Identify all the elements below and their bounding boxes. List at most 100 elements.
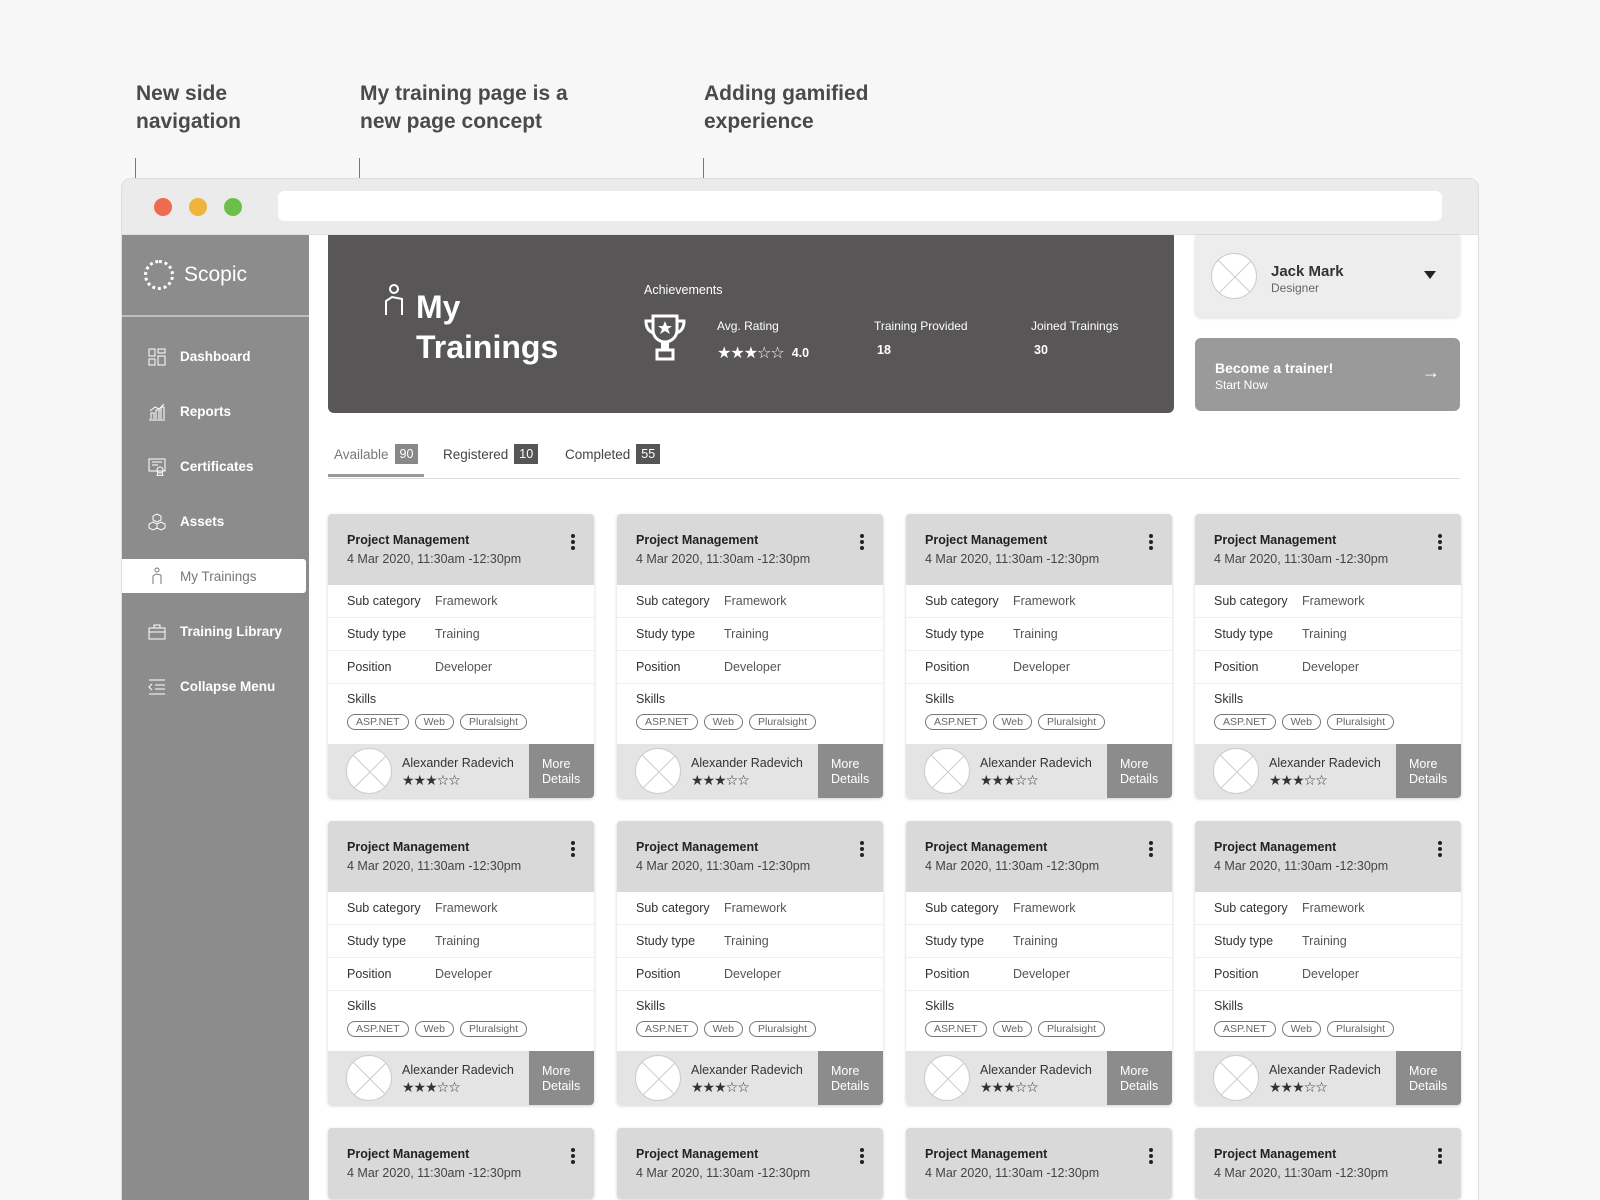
minimize-window-button[interactable]: [189, 198, 207, 216]
skill-chip[interactable]: ASP.NET: [636, 1021, 698, 1037]
training-card[interactable]: Project Management 4 Mar 2020, 11:30am -1…: [617, 1128, 883, 1199]
skill-chip[interactable]: Web: [1281, 714, 1321, 730]
avatar-placeholder-icon: [352, 1061, 388, 1097]
sidebar-item-assets[interactable]: Assets: [122, 494, 309, 549]
card-field-value: Training: [724, 627, 769, 641]
trainer-avatar: [346, 1055, 392, 1101]
close-window-button[interactable]: [154, 198, 172, 216]
annotation-text: navigation: [136, 110, 242, 133]
skill-chip[interactable]: Pluralsight: [1037, 714, 1106, 730]
skill-chip[interactable]: ASP.NET: [925, 714, 987, 730]
sidebar-item-reports[interactable]: Reports: [122, 384, 309, 439]
training-card[interactable]: Project Management 4 Mar 2020, 11:30am -1…: [1195, 1128, 1461, 1199]
card-title: Project Management: [925, 1147, 1048, 1161]
user-profile-dropdown[interactable]: Jack Mark Designer: [1195, 235, 1460, 317]
kebab-menu-icon[interactable]: [1438, 1148, 1442, 1166]
training-card[interactable]: Project Management 4 Mar 2020, 11:30am -1…: [906, 514, 1172, 798]
skill-chip[interactable]: Web: [414, 714, 454, 730]
avg-rating-value: 4.0: [791, 346, 810, 360]
skill-chip[interactable]: Pluralsight: [459, 1021, 528, 1037]
skill-chip[interactable]: Pluralsight: [1326, 714, 1395, 730]
address-bar[interactable]: [278, 191, 1442, 221]
become-trainer-button[interactable]: Become a trainer! Start Now →: [1195, 338, 1460, 411]
skill-chip[interactable]: ASP.NET: [1214, 714, 1276, 730]
more-details-button[interactable]: More Details: [818, 744, 883, 798]
kebab-menu-icon[interactable]: [1438, 534, 1442, 552]
tab-registered[interactable]: Registered 10: [437, 444, 544, 474]
training-card[interactable]: Project Management 4 Mar 2020, 11:30am -1…: [1195, 821, 1461, 1105]
skill-chip[interactable]: Web: [414, 1021, 454, 1037]
kebab-menu-icon[interactable]: [860, 534, 864, 552]
sidebar-item-my-trainings[interactable]: My Trainings: [122, 559, 306, 593]
skill-chip[interactable]: ASP.NET: [1214, 1021, 1276, 1037]
card-field-label: Skills: [636, 999, 666, 1013]
training-card[interactable]: Project Management 4 Mar 2020, 11:30am -1…: [328, 1128, 594, 1199]
more-details-button[interactable]: More Details: [1107, 1051, 1172, 1105]
skill-chip[interactable]: Web: [992, 714, 1032, 730]
more-details-button[interactable]: More Details: [529, 1051, 594, 1105]
kebab-menu-icon[interactable]: [1149, 534, 1153, 552]
kebab-menu-icon[interactable]: [860, 1148, 864, 1166]
card-field-label: Position: [1214, 660, 1259, 674]
side-navigation: Scopic Dashboard Reports Certificates As…: [122, 235, 309, 1200]
avatar-placeholder-icon: [1217, 259, 1253, 295]
avatar-placeholder-icon: [930, 754, 966, 790]
card-field-label: Skills: [636, 692, 666, 706]
skill-chip[interactable]: Web: [1281, 1021, 1321, 1037]
training-card[interactable]: Project Management 4 Mar 2020, 11:30am -1…: [1195, 514, 1461, 798]
card-date: 4 Mar 2020, 11:30am -12:30pm: [347, 1166, 522, 1180]
maximize-window-button[interactable]: [224, 198, 242, 216]
more-details-button[interactable]: More Details: [529, 744, 594, 798]
avatar-placeholder-icon: [641, 754, 677, 790]
more-details-button[interactable]: More Details: [1396, 1051, 1461, 1105]
training-card[interactable]: Project Management 4 Mar 2020, 11:30am -1…: [906, 1128, 1172, 1199]
training-card[interactable]: Project Management 4 Mar 2020, 11:30am -1…: [617, 514, 883, 798]
sidebar-item-training-library[interactable]: Training Library: [122, 604, 309, 659]
skill-chip[interactable]: Web: [703, 714, 743, 730]
skill-chip[interactable]: Web: [703, 1021, 743, 1037]
joined-trainings-stat: Joined Trainings 30: [1031, 319, 1118, 357]
skill-chip[interactable]: Web: [992, 1021, 1032, 1037]
skill-chip[interactable]: ASP.NET: [347, 1021, 409, 1037]
skill-chip[interactable]: Pluralsight: [1037, 1021, 1106, 1037]
kebab-menu-icon[interactable]: [571, 841, 575, 859]
sidebar-item-dashboard[interactable]: Dashboard: [122, 329, 309, 384]
page-title-line: My: [416, 289, 461, 325]
skill-chip[interactable]: Pluralsight: [459, 714, 528, 730]
skill-chip[interactable]: Pluralsight: [748, 714, 817, 730]
kebab-menu-icon[interactable]: [1438, 841, 1442, 859]
more-details-label: More: [831, 1064, 860, 1078]
card-header: Project Management 4 Mar 2020, 11:30am -1…: [617, 821, 883, 892]
tab-available[interactable]: Available 90: [328, 444, 425, 477]
more-details-button[interactable]: More Details: [818, 1051, 883, 1105]
card-field-label: Sub category: [925, 594, 999, 608]
kebab-menu-icon[interactable]: [571, 1148, 575, 1166]
sidebar-item-collapse-menu[interactable]: Collapse Menu: [122, 659, 309, 714]
skill-chip[interactable]: Pluralsight: [1326, 1021, 1395, 1037]
card-field-label: Skills: [1214, 999, 1244, 1013]
avatar-placeholder-icon: [352, 754, 388, 790]
training-card[interactable]: Project Management 4 Mar 2020, 11:30am -1…: [906, 821, 1172, 1105]
sidebar-item-certificates[interactable]: Certificates: [122, 439, 309, 494]
card-title: Project Management: [347, 1147, 470, 1161]
training-card[interactable]: Project Management 4 Mar 2020, 11:30am -1…: [328, 514, 594, 798]
kebab-menu-icon[interactable]: [1149, 1148, 1153, 1166]
card-row-study-type: Study type Training: [328, 618, 594, 651]
trainer-avatar: [346, 748, 392, 794]
caret-down-icon[interactable]: [1424, 271, 1436, 279]
training-card[interactable]: Project Management 4 Mar 2020, 11:30am -1…: [617, 821, 883, 1105]
skill-chip[interactable]: Pluralsight: [748, 1021, 817, 1037]
skill-chip[interactable]: ASP.NET: [925, 1021, 987, 1037]
card-row-study-type: Study type Training: [1195, 618, 1461, 651]
skill-chip[interactable]: ASP.NET: [347, 714, 409, 730]
trainer-name: Alexander Radevich: [980, 1063, 1092, 1077]
tab-completed[interactable]: Completed 55: [559, 444, 666, 474]
skill-chip[interactable]: ASP.NET: [636, 714, 698, 730]
more-details-button[interactable]: More Details: [1396, 744, 1461, 798]
brand[interactable]: Scopic: [122, 235, 309, 317]
kebab-menu-icon[interactable]: [860, 841, 864, 859]
kebab-menu-icon[interactable]: [571, 534, 575, 552]
kebab-menu-icon[interactable]: [1149, 841, 1153, 859]
more-details-button[interactable]: More Details: [1107, 744, 1172, 798]
training-card[interactable]: Project Management 4 Mar 2020, 11:30am -1…: [328, 821, 594, 1105]
